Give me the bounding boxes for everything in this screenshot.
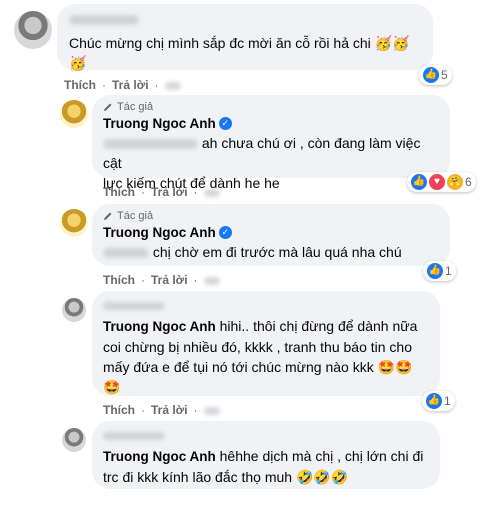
author-badge: Tác giả [103,101,439,113]
blurred-commenter-name [103,297,429,315]
commenter-avatar[interactable] [14,11,52,49]
comment-bubble: Tác giả Truong Ngoc Anh ✓ chị chờ em đi t… [92,204,450,266]
comment-bubble: Truong Ngoc Anh hêhhe dịch mà chị , chị … [92,421,440,489]
like-button[interactable]: Thích [64,78,96,92]
comment-actions: Thích · Trả lời · [103,273,220,287]
comment-text: hihi.. thôi chị đừng để dành nữa [215,318,418,334]
comment-actions: Thích · Trả lời · [64,78,181,92]
author-avatar[interactable] [60,209,88,237]
mentioned-user-link[interactable]: Truong Ngoc Anh [103,319,216,334]
verified-badge-icon: ✓ [218,117,232,131]
reply-button[interactable]: Trả lời [151,185,188,199]
blurred-commenter-name [103,427,429,445]
like-button[interactable]: Thích [103,273,135,287]
reply-button[interactable]: Trả lời [151,273,188,287]
reply-button[interactable]: Trả lời [112,78,149,92]
comment-actions: Thích · Trả lời · [103,185,220,199]
comment-bubble: Truong Ngoc Anh hihi.. thôi chị đừng để … [92,291,440,396]
blurred-timestamp [203,273,220,287]
reaction-count: 6 [465,175,472,189]
author-avatar[interactable] [60,100,88,128]
like-reaction-icon: 👍 [426,393,442,409]
pencil-icon [103,102,113,112]
reaction-count: 1 [445,264,452,278]
comment-text: coi chừng bị nhiều đó, kkkk , tranh thu … [103,339,413,355]
blurred-timestamp [164,78,181,92]
comment-text: trc đi kkk kính lão đắc thọ muh [103,469,293,485]
author-name[interactable]: Truong Ngoc Anh [103,116,216,131]
star-struck-emoji: 🤩🤩 [377,359,413,375]
reaction-summary[interactable]: 👍 1 [422,391,455,411]
like-button[interactable]: Thích [103,185,135,199]
like-reaction-icon: 👍 [411,174,427,190]
author-name[interactable]: Truong Ngoc Anh [103,225,216,240]
blurred-mention [103,135,198,151]
comment-bubble: Tác giả Truong Ngoc Anh ✓ ah chưa chú ơi … [92,95,450,191]
reaction-summary[interactable]: 👍 5 [419,65,452,85]
blurred-timestamp [203,403,220,417]
reaction-summary[interactable]: 👍 ♥ 🤗 6 [407,172,476,192]
rolling-laughing-emoji: 🤣🤣🤣 [295,469,349,485]
author-badge: Tác giả [103,210,439,222]
commenter-avatar[interactable] [62,298,86,322]
love-reaction-icon: ♥ [429,174,445,190]
pencil-icon [103,211,113,221]
like-reaction-icon: 👍 [427,263,443,279]
reply-button[interactable]: Trả lời [151,403,188,417]
star-struck-emoji: 🤩 [103,379,121,395]
comment-bubble: Chúc mừng chị mình sắp đc mời ăn cỗ rồi … [57,4,433,71]
author-tag-label: Tác giả [117,210,154,222]
comment-text: chị chờ em đi trước mà lâu quá nha chú [152,244,402,260]
reaction-count: 5 [441,68,448,82]
blurred-mention [103,244,149,260]
commenter-avatar[interactable] [62,428,86,452]
blurred-timestamp [203,185,220,199]
reaction-summary[interactable]: 👍 1 [423,261,456,281]
verified-badge-icon: ✓ [218,226,232,240]
like-reaction-icon: 👍 [423,67,439,83]
like-button[interactable]: Thích [103,403,135,417]
comment-actions: Thích · Trả lời · [103,403,220,417]
comment-text: hêhhe dịch mà chị , chị lớn chi đi [215,448,424,464]
reaction-count: 1 [444,394,451,408]
comment-text: Chúc mừng chị mình sắp đc mời ăn cỗ rồi … [69,35,371,51]
author-tag-label: Tác giả [117,101,154,113]
mentioned-user-link[interactable]: Truong Ngoc Anh [103,449,216,464]
blurred-commenter-name [69,11,421,29]
comment-text: mấy đứa e để tụi nó tới chúc mừng nào kk… [103,359,374,375]
care-reaction-icon: 🤗 [447,174,463,190]
